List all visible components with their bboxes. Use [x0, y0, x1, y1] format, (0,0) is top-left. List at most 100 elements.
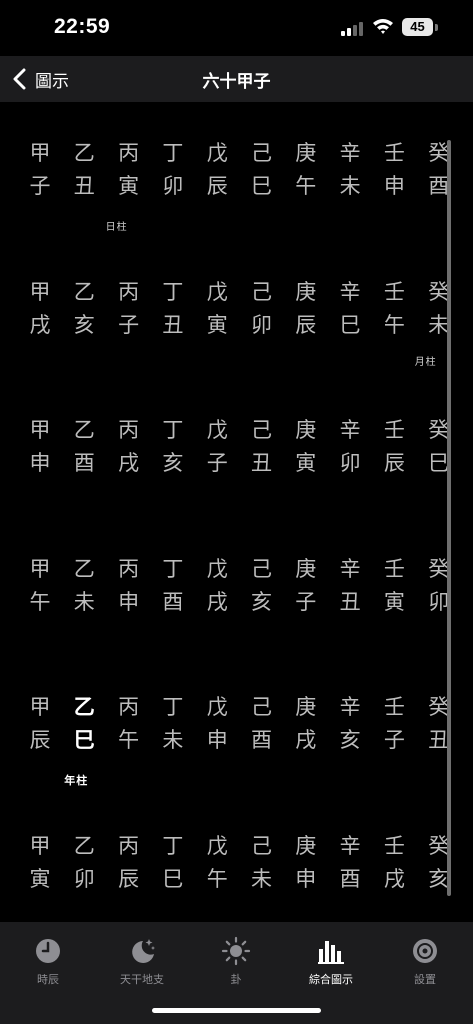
- stem-cell[interactable]: 乙: [64, 833, 104, 859]
- branch-cell[interactable]: 辰: [197, 173, 237, 199]
- branch-cell[interactable]: 辰: [286, 312, 326, 338]
- branch-cell[interactable]: 午: [109, 727, 149, 753]
- branch-cell[interactable]: 未: [419, 312, 459, 338]
- branch-cell[interactable]: 戌: [20, 312, 60, 338]
- branch-cell[interactable]: 酉: [419, 173, 459, 199]
- stem-cell[interactable]: 戊: [197, 556, 237, 582]
- stem-cell[interactable]: 己: [242, 417, 282, 443]
- branch-cell[interactable]: 卯: [419, 589, 459, 615]
- branch-cell[interactable]: 午: [197, 866, 237, 892]
- branch-cell[interactable]: 巳: [330, 312, 370, 338]
- stem-cell[interactable]: 甲: [20, 694, 60, 720]
- branch-cell[interactable]: 子: [286, 589, 326, 615]
- branch-cell[interactable]: 申: [20, 450, 60, 476]
- stem-cell[interactable]: 壬: [374, 417, 414, 443]
- stem-cell[interactable]: 癸: [419, 556, 459, 582]
- stem-cell[interactable]: 乙: [64, 417, 104, 443]
- stem-cell[interactable]: 己: [242, 140, 282, 166]
- stem-cell[interactable]: 癸: [419, 694, 459, 720]
- branch-cell[interactable]: 未: [153, 727, 193, 753]
- stem-cell[interactable]: 丙: [109, 140, 149, 166]
- stem-cell[interactable]: 庚: [286, 279, 326, 305]
- branch-cell[interactable]: 巳: [153, 866, 193, 892]
- stem-cell[interactable]: 丁: [153, 279, 193, 305]
- stem-cell[interactable]: 辛: [330, 140, 370, 166]
- stem-cell[interactable]: 戊: [197, 417, 237, 443]
- branch-cell[interactable]: 卯: [242, 312, 282, 338]
- branch-cell[interactable]: 酉: [330, 866, 370, 892]
- branch-cell[interactable]: 辰: [374, 450, 414, 476]
- branch-cell[interactable]: 丑: [242, 450, 282, 476]
- stem-cell[interactable]: 辛: [330, 417, 370, 443]
- branch-cell[interactable]: 子: [109, 312, 149, 338]
- branch-cell[interactable]: 寅: [197, 312, 237, 338]
- stem-cell[interactable]: 辛: [330, 833, 370, 859]
- branch-cell[interactable]: 丑: [419, 727, 459, 753]
- scrollbar[interactable]: [447, 140, 451, 896]
- stem-cell[interactable]: 丁: [153, 556, 193, 582]
- stem-cell[interactable]: 癸: [419, 140, 459, 166]
- branch-cell[interactable]: 未: [242, 866, 282, 892]
- stem-cell[interactable]: 辛: [330, 694, 370, 720]
- branch-cell[interactable]: 酉: [153, 589, 193, 615]
- stem-cell[interactable]: 丁: [153, 140, 193, 166]
- branch-cell[interactable]: 戌: [197, 589, 237, 615]
- stem-cell[interactable]: 甲: [20, 833, 60, 859]
- tab-4[interactable]: 綜合圖示: [286, 936, 376, 987]
- branch-cell[interactable]: 酉: [64, 450, 104, 476]
- stem-cell[interactable]: 戊: [197, 694, 237, 720]
- stem-cell[interactable]: 己: [242, 694, 282, 720]
- branch-cell[interactable]: 午: [374, 312, 414, 338]
- stem-cell[interactable]: 癸: [419, 279, 459, 305]
- branch-cell[interactable]: 申: [109, 589, 149, 615]
- stem-cell[interactable]: 丙: [109, 417, 149, 443]
- branch-cell[interactable]: 寅: [286, 450, 326, 476]
- stem-cell[interactable]: 戊: [197, 833, 237, 859]
- stem-cell[interactable]: 乙: [64, 694, 104, 720]
- stem-cell[interactable]: 丁: [153, 417, 193, 443]
- stem-cell[interactable]: 己: [242, 556, 282, 582]
- stem-cell[interactable]: 丙: [109, 694, 149, 720]
- stem-cell[interactable]: 甲: [20, 417, 60, 443]
- stem-cell[interactable]: 丁: [153, 694, 193, 720]
- stem-cell[interactable]: 丙: [109, 556, 149, 582]
- stem-cell[interactable]: 戊: [197, 279, 237, 305]
- stem-cell[interactable]: 庚: [286, 417, 326, 443]
- branch-cell[interactable]: 未: [64, 589, 104, 615]
- branch-cell[interactable]: 酉: [242, 727, 282, 753]
- stem-cell[interactable]: 辛: [330, 279, 370, 305]
- branch-cell[interactable]: 卯: [64, 866, 104, 892]
- branch-cell[interactable]: 卯: [330, 450, 370, 476]
- stem-cell[interactable]: 己: [242, 279, 282, 305]
- stem-cell[interactable]: 庚: [286, 556, 326, 582]
- stem-cell[interactable]: 庚: [286, 140, 326, 166]
- stem-cell[interactable]: 壬: [374, 694, 414, 720]
- branch-cell[interactable]: 巳: [419, 450, 459, 476]
- tab-2[interactable]: 天干地支: [97, 936, 187, 987]
- branch-cell[interactable]: 丑: [64, 173, 104, 199]
- branch-cell[interactable]: 辰: [109, 866, 149, 892]
- branch-cell[interactable]: 寅: [20, 866, 60, 892]
- branch-cell[interactable]: 辰: [20, 727, 60, 753]
- stem-cell[interactable]: 丙: [109, 279, 149, 305]
- branch-cell[interactable]: 戌: [286, 727, 326, 753]
- tab-5[interactable]: 設置: [380, 936, 470, 987]
- stem-cell[interactable]: 丙: [109, 833, 149, 859]
- branch-cell[interactable]: 亥: [419, 866, 459, 892]
- branch-cell[interactable]: 午: [286, 173, 326, 199]
- branch-cell[interactable]: 卯: [153, 173, 193, 199]
- stem-cell[interactable]: 庚: [286, 694, 326, 720]
- stem-cell[interactable]: 甲: [20, 556, 60, 582]
- branch-cell[interactable]: 丑: [330, 589, 370, 615]
- stem-cell[interactable]: 乙: [64, 140, 104, 166]
- branch-cell[interactable]: 午: [20, 589, 60, 615]
- stem-cell[interactable]: 壬: [374, 140, 414, 166]
- branch-cell[interactable]: 子: [374, 727, 414, 753]
- branch-cell[interactable]: 申: [286, 866, 326, 892]
- stem-cell[interactable]: 戊: [197, 140, 237, 166]
- branch-cell[interactable]: 未: [330, 173, 370, 199]
- branch-cell[interactable]: 巳: [64, 727, 104, 753]
- branch-cell[interactable]: 申: [197, 727, 237, 753]
- branch-cell[interactable]: 子: [20, 173, 60, 199]
- stem-cell[interactable]: 癸: [419, 833, 459, 859]
